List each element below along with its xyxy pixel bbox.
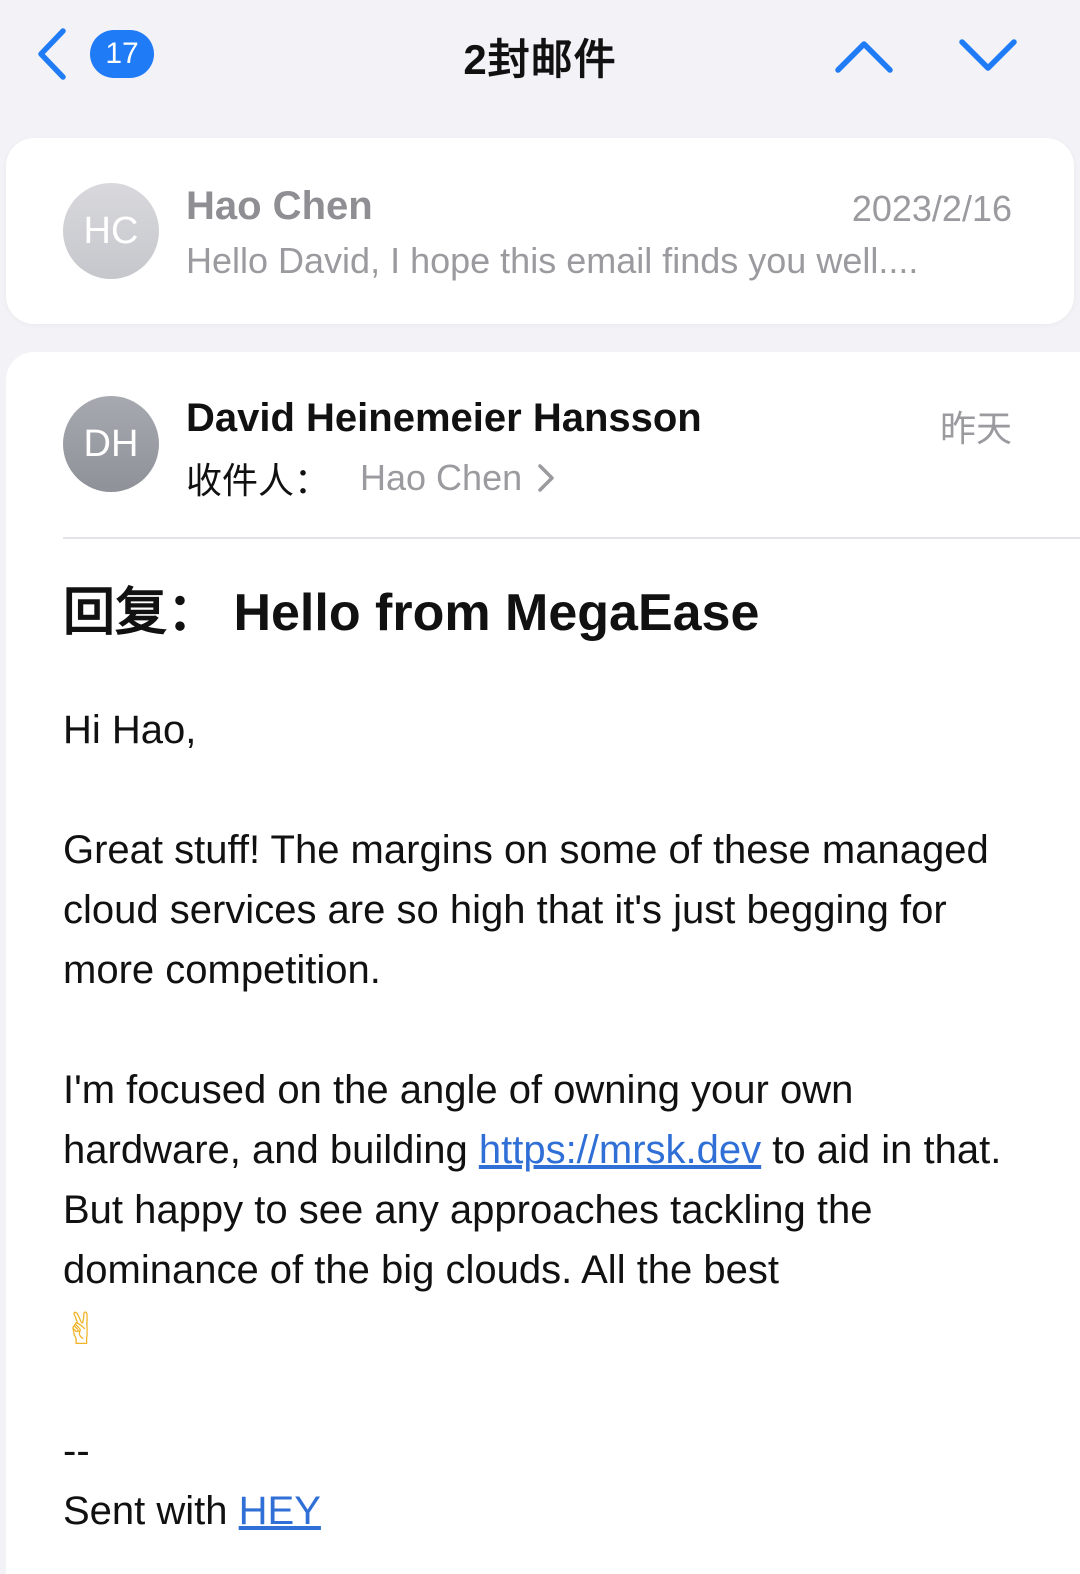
sender-name: Hao Chen — [186, 184, 373, 228]
message-subject: 回复： Hello from MegaEase — [63, 584, 760, 642]
body-paragraph: I'm focused on the angle of owning your … — [63, 1060, 1033, 1300]
next-message-button[interactable] — [956, 30, 1020, 82]
message-preview: Hello David, I hope this email finds you… — [186, 240, 919, 281]
collapsed-message-card[interactable]: HC Hao Chen 2023/2/16 Hello David, I hop… — [6, 138, 1074, 324]
navigation-bar: 17 2封邮件 — [0, 0, 1080, 112]
chevron-up-icon — [835, 41, 893, 73]
message-date: 昨天 — [939, 408, 1012, 449]
divider — [63, 537, 1080, 539]
body-paragraph: Great stuff! The margins on some of thes… — [63, 828, 989, 992]
sender-name[interactable]: David Heinemeier Hansson — [186, 396, 702, 441]
signature: Sent with HEY — [63, 1481, 1033, 1541]
greeting: Hi Hao, — [63, 708, 197, 752]
chevron-down-icon — [959, 39, 1017, 71]
avatar: HC — [63, 183, 159, 279]
chevron-right-icon[interactable] — [536, 462, 556, 494]
avatar: DH — [63, 396, 159, 492]
page-title: 2封邮件 — [463, 36, 617, 83]
expanded-message: DH David Heinemeier Hansson 昨天 收件人： Hao … — [6, 352, 1080, 1574]
signature-separator: -- — [63, 1429, 90, 1473]
recipients-row[interactable]: 收件人： Hao Chen — [186, 452, 556, 504]
sent-with-label: Sent with — [63, 1489, 239, 1533]
mrsk-link[interactable]: https://mrsk.dev — [479, 1128, 761, 1172]
to-label: 收件人： — [186, 460, 331, 501]
previous-message-button[interactable] — [832, 30, 896, 82]
emoji-line: ✌ — [63, 1300, 1033, 1361]
recipient-name[interactable]: Hao Chen — [360, 457, 522, 499]
hey-link[interactable]: HEY — [239, 1489, 321, 1533]
victory-hand-emoji: ✌ — [63, 1304, 100, 1355]
message-body: Hi Hao, Great stuff! The margins on some… — [63, 700, 1033, 1541]
message-date: 2023/2/16 — [851, 188, 1012, 229]
